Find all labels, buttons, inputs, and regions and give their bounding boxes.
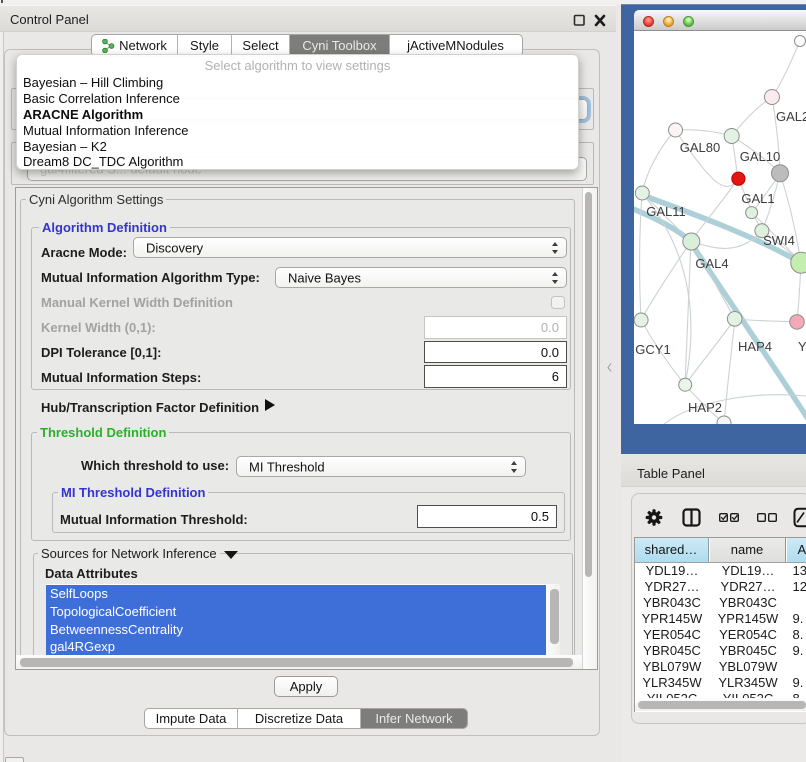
- svg-text:HAP4: HAP4: [738, 339, 772, 354]
- svg-text:GCY1: GCY1: [635, 342, 670, 357]
- svg-text:GAL11: GAL11: [646, 204, 686, 219]
- svg-text:SWI4: SWI4: [763, 233, 795, 248]
- svg-text:YM: YM: [798, 339, 806, 354]
- svg-text:GAL4: GAL4: [695, 256, 728, 271]
- svg-text:GAL80: GAL80: [680, 140, 720, 155]
- svg-text:GAL1: GAL1: [741, 191, 774, 206]
- svg-text:HAP2: HAP2: [688, 400, 722, 415]
- svg-text:GAL2: GAL2: [776, 109, 806, 124]
- svg-text:GAL10: GAL10: [740, 149, 780, 164]
